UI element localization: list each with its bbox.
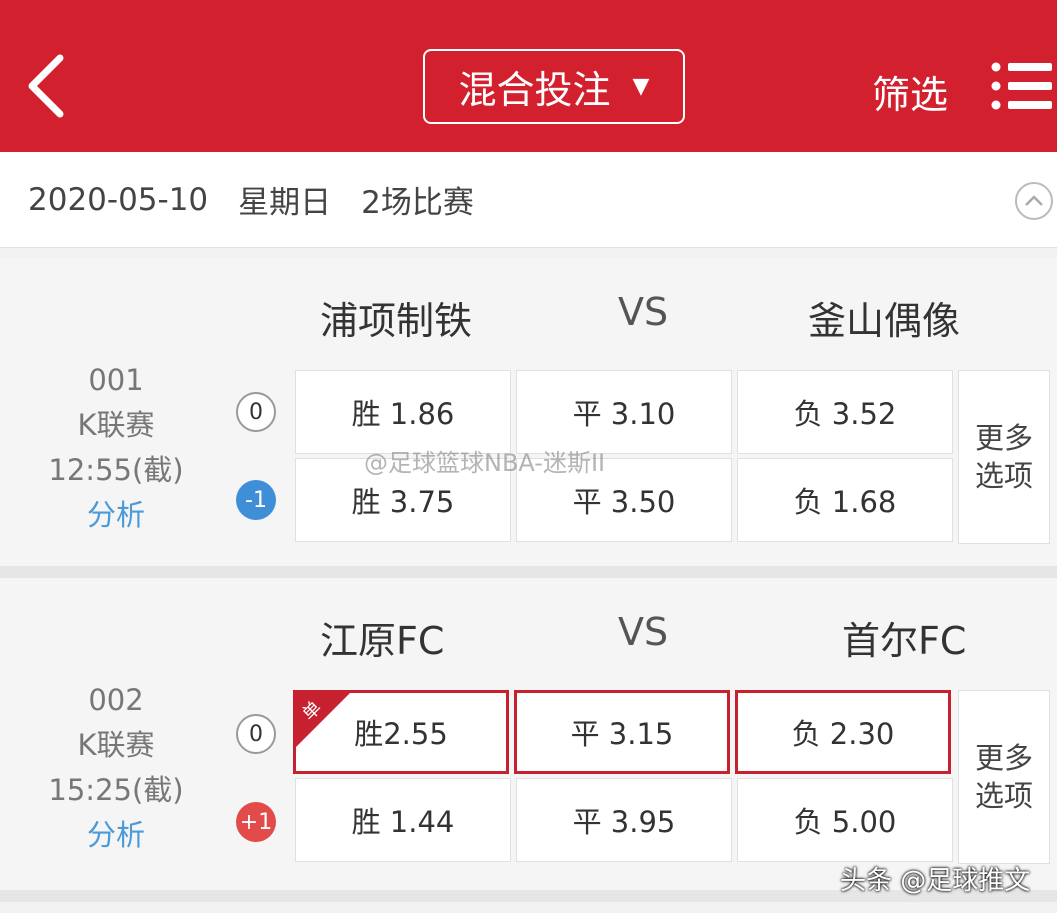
odds-lose[interactable]: 负 3.52 (737, 370, 953, 454)
odds-draw[interactable]: 平 3.15 (514, 690, 730, 774)
match-time: 12:55(截) (48, 453, 184, 487)
match-info: 002 K联赛 15:25(截) 分析 (30, 678, 202, 858)
match-count: 2场比赛 (361, 185, 474, 221)
vs-label: VS (618, 290, 669, 334)
collapse-icon[interactable] (1015, 182, 1053, 220)
handicap-badge: -1 (236, 480, 276, 520)
match-card-002: 江原FC VS 首尔FC 002 K联赛 15:25(截) 分析 0 +1 单 … (0, 578, 1057, 890)
more-options-button[interactable]: 更多 选项 (958, 370, 1050, 544)
league-name: K联赛 (77, 408, 155, 442)
single-badge-icon: 单 (296, 693, 350, 747)
chevron-down-icon: ▼ (632, 74, 650, 99)
bet-type-dropdown[interactable]: 混合投注 ▼ (423, 49, 685, 124)
handicap-badge: +1 (236, 802, 276, 842)
odds-draw[interactable]: 平 3.10 (516, 370, 732, 454)
more-options-button[interactable]: 更多 选项 (958, 690, 1050, 864)
match-number: 001 (88, 363, 144, 397)
date-header: 2020-05-10 星期日 2场比赛 (0, 152, 1057, 248)
match-info: 001 K联赛 12:55(截) 分析 (30, 358, 202, 538)
odds-win[interactable]: 胜 1.86 (295, 370, 511, 454)
back-icon[interactable] (18, 50, 78, 122)
menu-icon[interactable] (990, 60, 1054, 112)
vs-label: VS (618, 610, 669, 654)
options-label: 选项 (974, 779, 1033, 813)
odds-value: 胜2.55 (354, 717, 448, 751)
top-bar: 混合投注 ▼ 筛选 (0, 0, 1057, 152)
handicap-odds-lose[interactable]: 负 5.00 (737, 778, 953, 862)
odds-lose[interactable]: 负 2.30 (735, 690, 951, 774)
more-label: 更多 (974, 421, 1033, 455)
divider (0, 566, 1057, 578)
away-team: 釜山偶像 (808, 299, 961, 343)
odds-win[interactable]: 单 胜2.55 (293, 690, 509, 774)
filter-button[interactable]: 筛选 (872, 64, 948, 119)
handicap-badge: 0 (236, 714, 276, 754)
analysis-link[interactable]: 分析 (30, 493, 202, 538)
away-team: 首尔FC (842, 619, 967, 663)
handicap-badge: 0 (236, 392, 276, 432)
bet-type-label: 混合投注 (458, 68, 611, 112)
league-name: K联赛 (77, 728, 155, 762)
match-weekday: 星期日 (238, 185, 332, 221)
handicap-odds-win[interactable]: 胜 1.44 (295, 778, 511, 862)
handicap-odds-lose[interactable]: 负 1.68 (737, 458, 953, 542)
watermark-text: 头条 @足球推文 (840, 866, 1031, 896)
more-label: 更多 (974, 741, 1033, 775)
watermark-text: @足球篮球NBA-迷斯II (364, 449, 606, 477)
match-number: 002 (88, 683, 144, 717)
match-date: 2020-05-10 (28, 181, 209, 218)
home-team: 江原FC (320, 619, 445, 663)
home-team: 浦项制铁 (320, 299, 473, 343)
handicap-odds-draw[interactable]: 平 3.95 (516, 778, 732, 862)
match-time: 15:25(截) (48, 773, 184, 807)
match-card-001: 浦项制铁 VS 釜山偶像 001 K联赛 12:55(截) 分析 0 -1 胜 … (0, 258, 1057, 566)
options-label: 选项 (974, 459, 1033, 493)
analysis-link[interactable]: 分析 (30, 813, 202, 858)
